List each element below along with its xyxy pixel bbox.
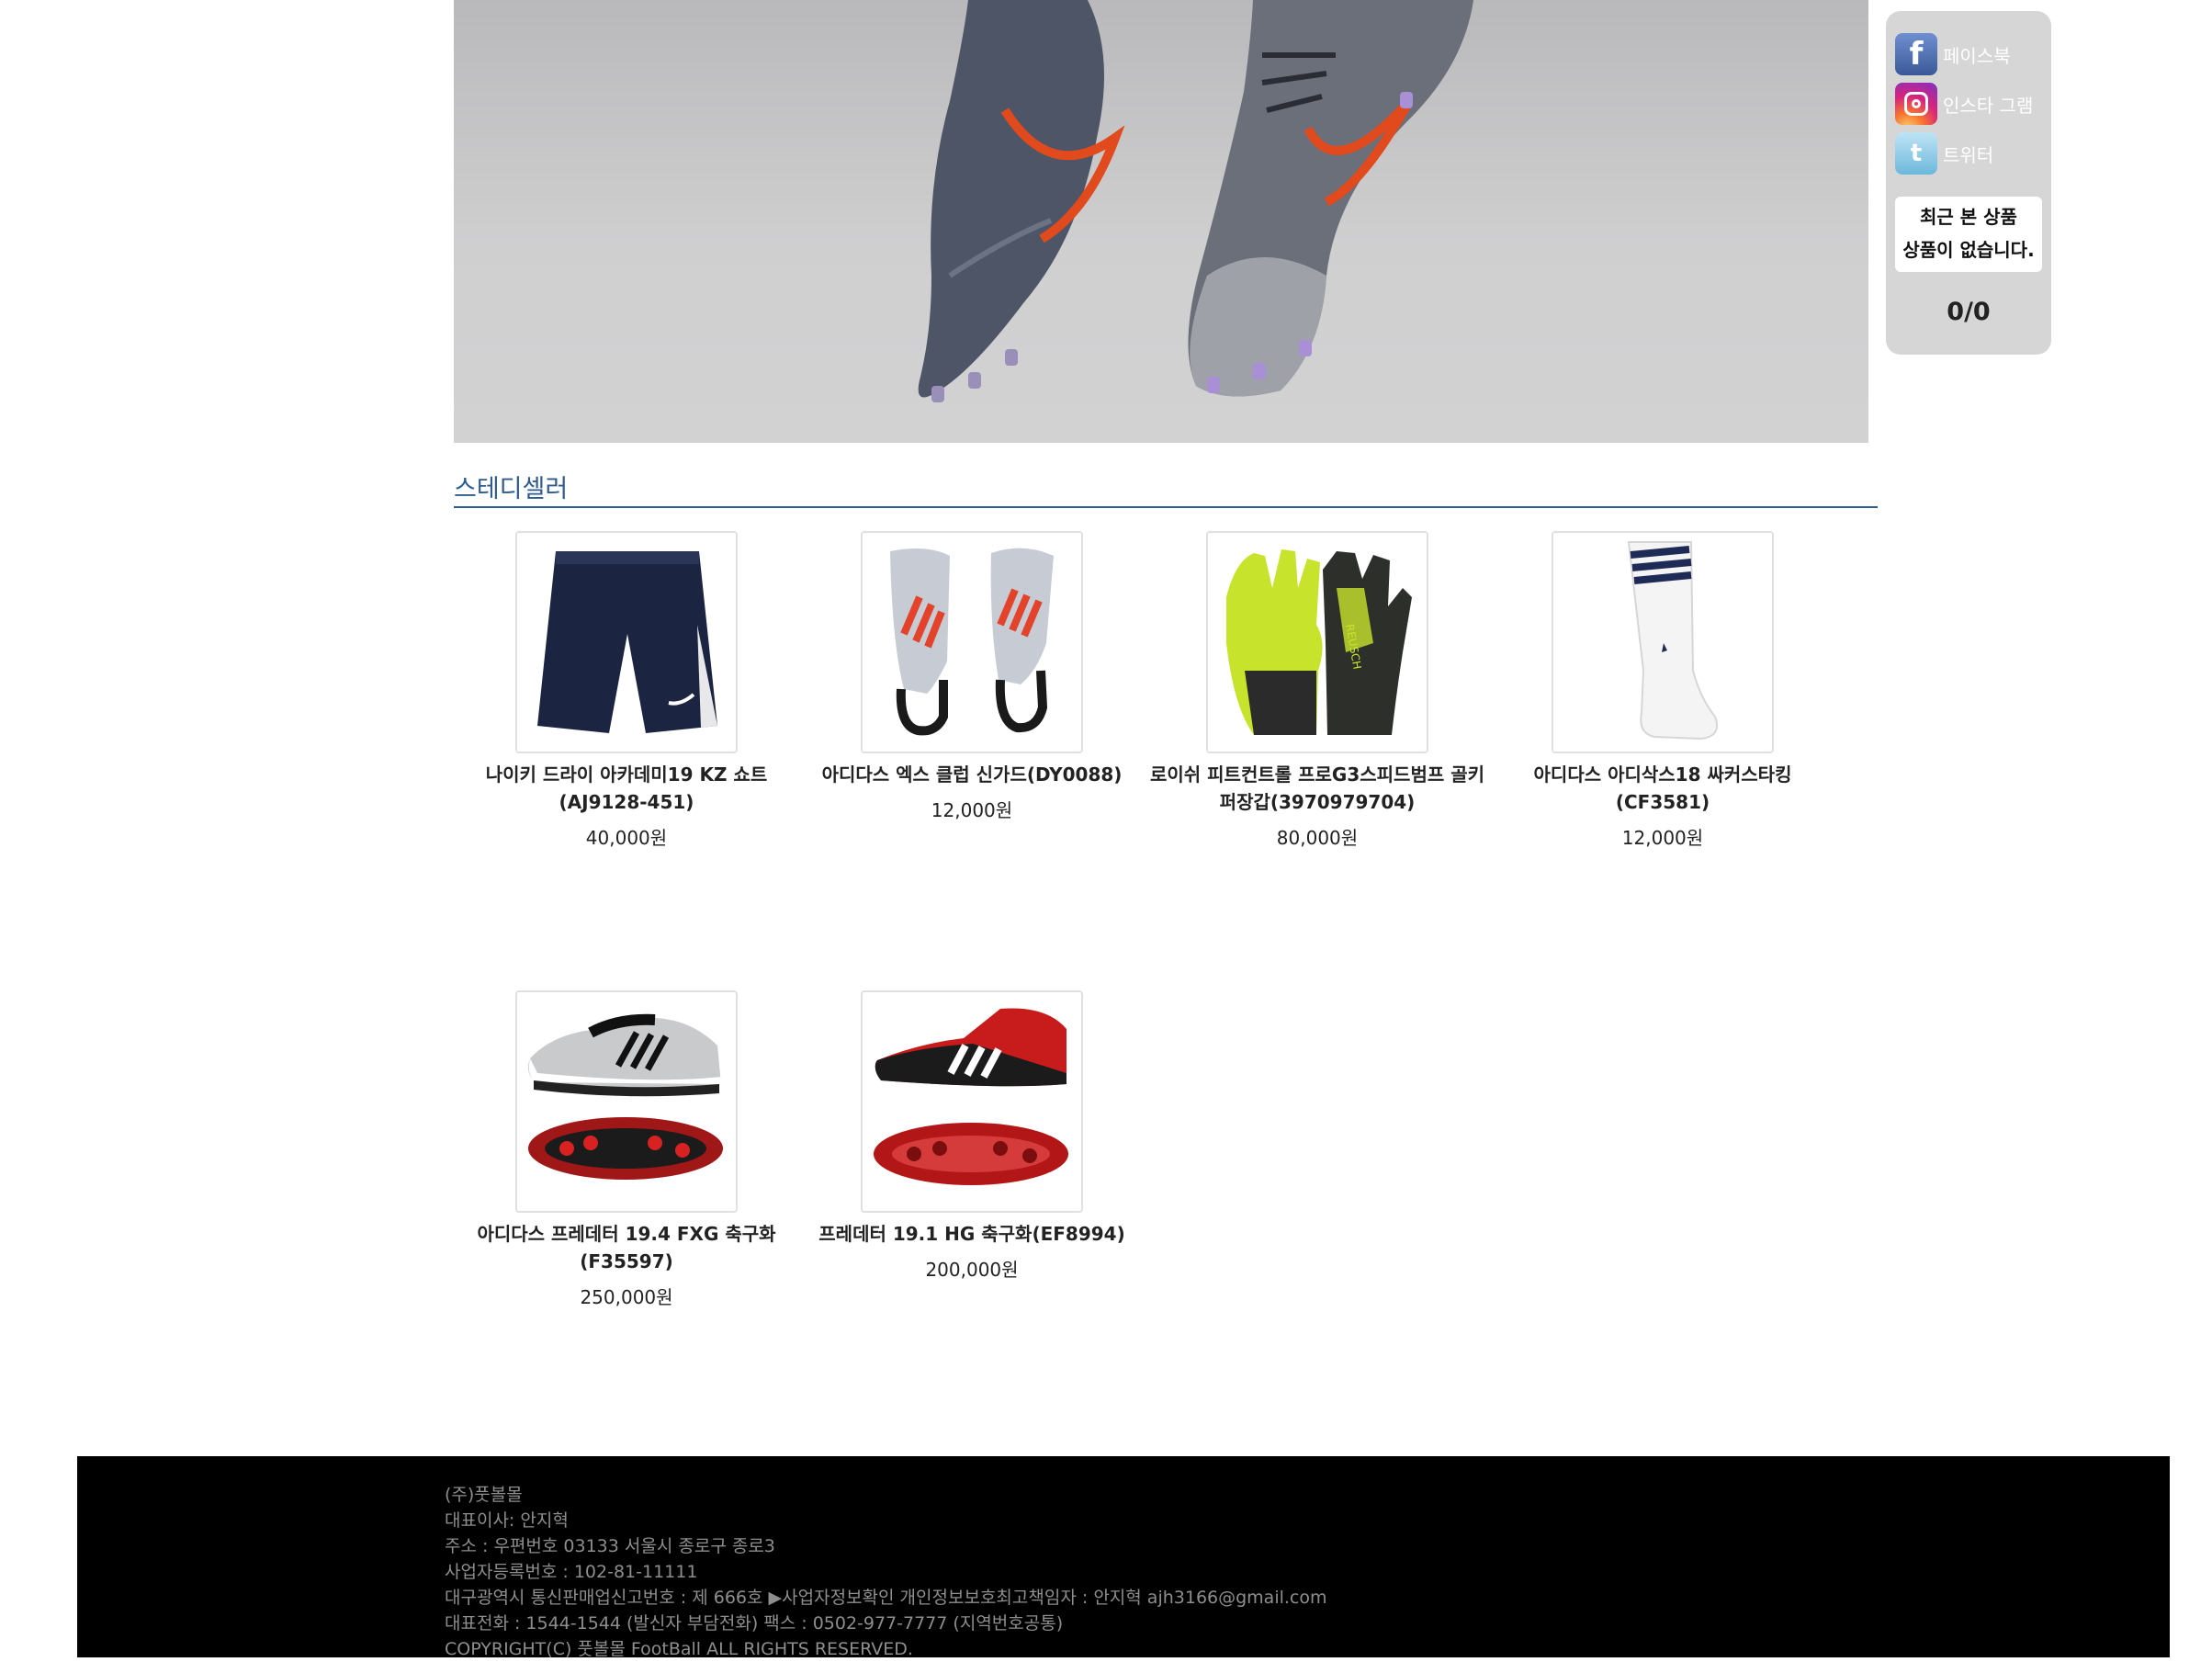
twitter-link[interactable]: t 트위터 xyxy=(1895,132,1993,175)
footer-company: (주)풋볼몰 xyxy=(445,1485,523,1505)
product-card[interactable]: 나이키 드라이 아카데미19 KZ 쇼트 (AJ9128-451) 40,000… xyxy=(454,531,799,850)
product-image[interactable] xyxy=(515,990,738,1213)
product-name[interactable]: 아디다스 아디삭스18 싸커스타킹(CF3581) xyxy=(1490,761,1835,816)
recent-pager: 0/0 xyxy=(1947,298,1991,326)
footer-biz-no: 사업자등록번호 : 102-81-11111 xyxy=(445,1562,698,1582)
instagram-label: 인스타 그램 xyxy=(1943,94,2034,117)
soccer-boots-image xyxy=(918,0,1473,402)
product-card[interactable]: 프레데터 19.1 HG 축구화(EF8994) 200,000원 xyxy=(799,990,1145,1282)
footer-mail-order: 대구광역시 통신판매업신고번호 : 제 666호 ▶사업자정보확인 개인정보보호… xyxy=(445,1588,1327,1608)
hero-banner[interactable] xyxy=(454,0,1868,443)
product-price: 200,000원 xyxy=(925,1259,1019,1281)
product-price: 12,000원 xyxy=(931,799,1013,821)
footer-ceo: 대표이사: 안지혁 xyxy=(445,1510,569,1531)
section-title: 스테디셀러 xyxy=(454,475,569,503)
product-price: 40,000원 xyxy=(585,827,668,849)
product-image[interactable] xyxy=(1552,531,1774,753)
product-card[interactable]: REUSCH 로이쉬 피트컨트롤 프로G3스피드범프 골키퍼장갑(3970979… xyxy=(1145,531,1490,850)
product-image[interactable] xyxy=(515,531,738,753)
twitter-label: 트위터 xyxy=(1943,143,1994,166)
product-price: 12,000원 xyxy=(1621,827,1704,849)
product-name[interactable]: 아디다스 엑스 클럽 신가드(DY0088) xyxy=(799,761,1145,788)
product-name[interactable]: 프레데터 19.1 HG 축구화(EF8994) xyxy=(799,1220,1145,1248)
recently-viewed-box: 최근 본 상품 상품이 없습니다. xyxy=(1895,197,2042,272)
recently-viewed-title: 최근 본 상품 xyxy=(1920,206,2017,228)
product-name[interactable]: 나이키 드라이 아카데미19 KZ 쇼트 (AJ9128-451) xyxy=(454,761,799,816)
facebook-label: 페이스북 xyxy=(1943,44,2011,67)
twitter-icon: t xyxy=(1895,132,1937,175)
product-image[interactable]: REUSCH xyxy=(1206,531,1428,753)
footer-copyright: COPYRIGHT(C) 풋볼몰 FootBall ALL RIGHTS RES… xyxy=(445,1639,913,1659)
section-divider xyxy=(454,506,1878,508)
facebook-icon: f xyxy=(1895,33,1937,75)
product-card[interactable]: 아디다스 프레데터 19.4 FXG 축구화 (F35597) 250,000원 xyxy=(454,990,799,1309)
instagram-icon xyxy=(1895,83,1937,125)
site-footer: (주)풋볼몰 대표이사: 안지혁 주소 : 우편번호 03133 서울시 종로구… xyxy=(77,1456,2170,1659)
product-card[interactable]: 아디다스 엑스 클럽 신가드(DY0088) 12,000원 xyxy=(799,531,1145,822)
recently-viewed-empty: 상품이 없습니다. xyxy=(1902,239,2035,261)
product-image[interactable] xyxy=(861,990,1083,1213)
product-image[interactable] xyxy=(861,531,1083,753)
instagram-link[interactable]: 인스타 그램 xyxy=(1895,83,2033,125)
footer-address: 주소 : 우편번호 03133 서울시 종로구 종로3 xyxy=(445,1536,775,1556)
facebook-link[interactable]: f 페이스북 xyxy=(1895,33,2011,75)
quick-menu-panel: f 페이스북 인스타 그램 t 트위터 최근 본 상품 상품이 없습니다. 0/… xyxy=(1886,11,2051,355)
product-name[interactable]: 아디다스 프레데터 19.4 FXG 축구화 (F35597) xyxy=(454,1220,799,1275)
product-price: 80,000원 xyxy=(1276,827,1359,849)
product-card[interactable]: 아디다스 아디삭스18 싸커스타킹(CF3581) 12,000원 xyxy=(1490,531,1835,850)
product-price: 250,000원 xyxy=(580,1286,673,1308)
product-name[interactable]: 로이쉬 피트컨트롤 프로G3스피드범프 골키퍼장갑(3970979704) xyxy=(1145,761,1490,816)
footer-phone: 대표전화 : 1544-1544 (발신자 부담전화) 팩스 : 0502-97… xyxy=(445,1613,1064,1634)
